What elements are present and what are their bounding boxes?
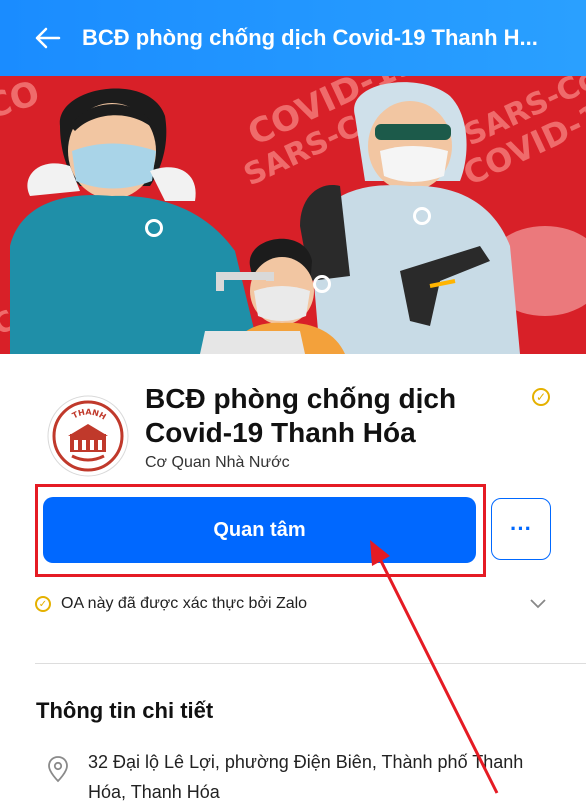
hotspot-marker[interactable] [145,219,163,237]
arrow-left-icon [35,27,61,49]
address-text: 32 Đại lộ Lê Lợi, phường Điện Biên, Thàn… [88,752,524,802]
verification-row[interactable]: ✓ OA này đã được xác thực bởi Zalo [35,590,549,618]
page-title: BCĐ phòng chống dịch Covid-19 Thanh H... [82,25,538,50]
profile-category: Cơ Quan Nhà Nước [145,454,290,471]
verified-badge-icon: ✓ [532,388,550,406]
hotspot-marker[interactable] [413,207,431,225]
chevron-down-icon[interactable] [527,592,549,614]
verified-check-icon: ✓ [35,596,51,612]
app-header: BCĐ phòng chống dịch Covid-19 Thanh H... [0,0,586,76]
banner-illustration: CO COVID-19 SARS-CoV-2 SARS-CoV COVID-19… [0,76,586,354]
avatar[interactable]: THANH HÓA [46,394,130,478]
emblem-logo: THANH HÓA [46,394,129,477]
follow-button[interactable]: Quan tâm [43,497,476,563]
more-options-button[interactable]: ··· [491,498,551,560]
verification-text: OA này đã được xác thực bởi Zalo [61,595,308,612]
divider [35,663,586,664]
cover-banner: CO COVID-19 SARS-CoV-2 SARS-CoV COVID-19… [0,76,586,354]
back-button[interactable] [28,18,68,58]
hotspot-marker[interactable] [313,275,331,293]
profile-name: BCĐ phòng chống dịch Covid-19 Thanh Hóa [145,383,457,448]
details-section-title: Thông tin chi tiết [36,698,214,723]
location-pin-icon [48,756,68,783]
profile-section: THANH HÓA BCĐ phòng chống dịch Covid-19 … [0,354,586,807]
